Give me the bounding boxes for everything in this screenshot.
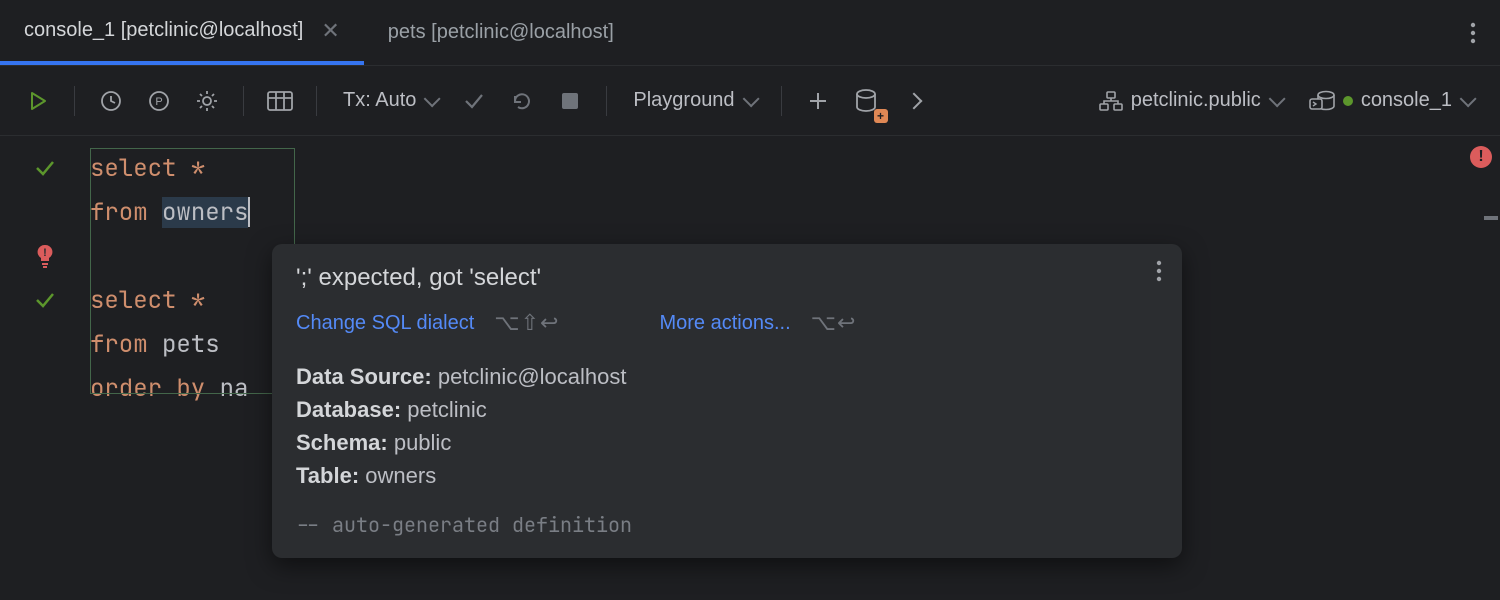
error-bulb-icon[interactable]: ! <box>35 244 55 268</box>
toolbar: P Tx: Auto Playground + petclinic.public <box>0 65 1500 135</box>
chevron-down-icon <box>1268 90 1285 107</box>
popup-actions: Change SQL dialect ⌥⇧↩ More actions... ⌥… <box>296 310 1158 336</box>
tx-mode-dropdown[interactable]: Tx: Auto <box>333 89 446 112</box>
editor-tabs: console_1 [petclinic@localhost] ✕ pets [… <box>0 0 1500 65</box>
change-dialect-link[interactable]: Change SQL dialect <box>296 312 474 335</box>
check-icon <box>34 289 56 311</box>
tab-label: pets [petclinic@localhost] <box>388 21 614 44</box>
add-button[interactable] <box>798 81 838 121</box>
schema-icon <box>1099 91 1123 111</box>
tab-label: console_1 [petclinic@localhost] <box>24 19 303 42</box>
stop-button[interactable] <box>550 81 590 121</box>
separator <box>781 86 782 116</box>
chevron-down-icon <box>742 90 759 107</box>
schema-selector[interactable]: petclinic.public <box>1089 89 1291 112</box>
console-selector[interactable]: console_1 <box>1299 89 1482 112</box>
svg-text:P: P <box>155 96 162 108</box>
popup-info: Data Source: petclinic@localhost Databas… <box>296 360 1158 492</box>
table-view-button[interactable] <box>260 81 300 121</box>
commit-button[interactable] <box>454 81 494 121</box>
more-actions-link[interactable]: More actions... <box>659 312 790 335</box>
scroll-marker <box>1484 216 1498 220</box>
tabs-more-button[interactable] <box>1446 0 1500 65</box>
expand-button[interactable] <box>894 81 934 121</box>
close-icon[interactable]: ✕ <box>321 18 339 44</box>
playground-label: Playground <box>633 89 734 112</box>
popup-title: ';' expected, got 'select' <box>296 264 1158 292</box>
separator <box>316 86 317 116</box>
tab-pets[interactable]: pets [petclinic@localhost] <box>364 0 638 65</box>
console-icon <box>1309 90 1335 112</box>
run-button[interactable] <box>18 81 58 121</box>
plus-badge-icon: + <box>874 109 888 123</box>
svg-text:!: ! <box>43 247 47 259</box>
chevron-right-icon <box>905 92 922 109</box>
gutter: ! <box>0 136 90 600</box>
code-line[interactable]: select * <box>90 146 1500 190</box>
separator <box>74 86 75 116</box>
check-icon <box>34 157 56 179</box>
rollback-button[interactable] <box>502 81 542 121</box>
separator <box>243 86 244 116</box>
session-mode-dropdown[interactable]: Playground <box>623 89 764 112</box>
tx-label: Tx: Auto <box>343 89 416 112</box>
history-button[interactable] <box>91 81 131 121</box>
error-indicator[interactable]: ! <box>1470 146 1492 168</box>
tab-console-1[interactable]: console_1 [petclinic@localhost] ✕ <box>0 0 364 65</box>
schema-label: petclinic.public <box>1131 89 1261 112</box>
popup-code-preview: -- auto-generated definition <box>296 512 1158 538</box>
console-label: console_1 <box>1361 89 1452 112</box>
explain-plan-button[interactable]: P <box>139 81 179 121</box>
code-line[interactable]: from owners <box>90 190 1500 234</box>
settings-button[interactable] <box>187 81 227 121</box>
shortcut-label: ⌥↩ <box>811 310 857 336</box>
popup-more-button[interactable] <box>1156 260 1162 282</box>
chevron-down-icon <box>1460 90 1477 107</box>
chevron-down-icon <box>424 90 441 107</box>
cursor <box>248 197 250 227</box>
new-datasource-button[interactable]: + <box>846 81 886 121</box>
status-dot-icon <box>1343 96 1353 106</box>
error-popup: ';' expected, got 'select' Change SQL di… <box>272 244 1182 558</box>
separator <box>606 86 607 116</box>
shortcut-label: ⌥⇧↩ <box>494 310 559 336</box>
